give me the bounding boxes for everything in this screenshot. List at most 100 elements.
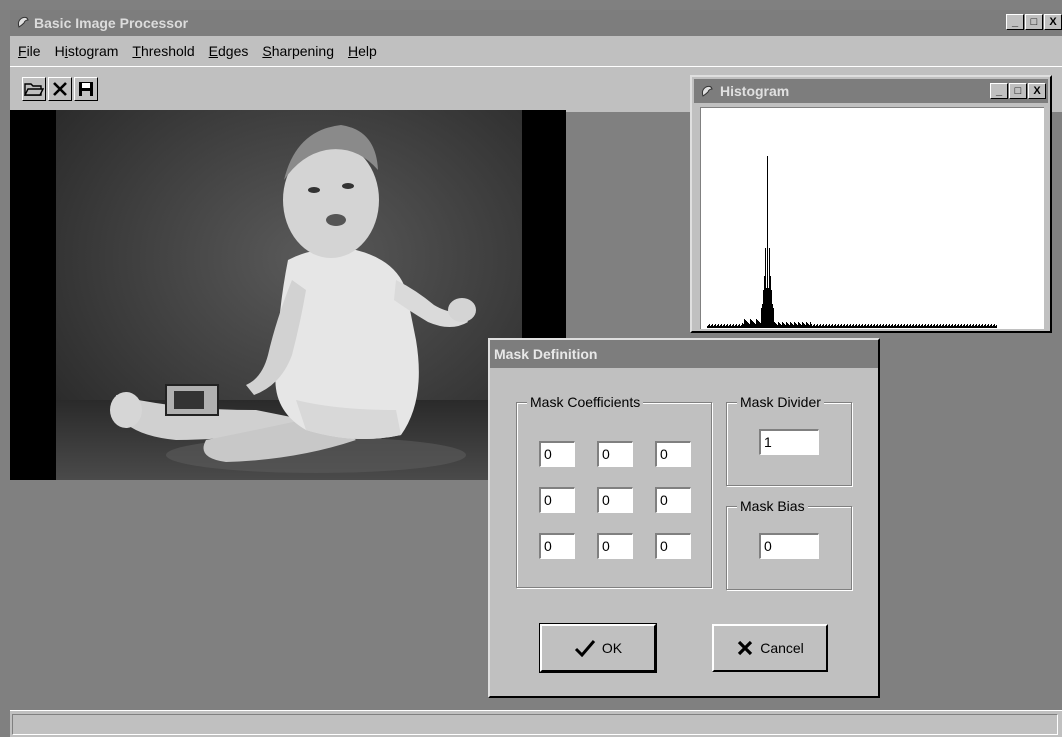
hist-maximize-button[interactable]: □ — [1009, 83, 1027, 99]
close-x-icon — [53, 82, 67, 96]
histogram-bar — [882, 325, 883, 328]
histogram-bar — [982, 324, 983, 328]
histogram-bar — [798, 322, 799, 328]
histogram-bar — [797, 325, 798, 328]
save-disk-icon — [79, 82, 93, 96]
histogram-bar — [973, 324, 974, 328]
histogram-bar — [986, 326, 987, 328]
cancel-button[interactable]: Cancel — [712, 624, 828, 672]
coefficient-field-r2c3[interactable]: 0 — [655, 487, 691, 513]
histogram-bar — [880, 324, 881, 328]
histogram-bar — [761, 308, 762, 328]
menu-edges[interactable]: Edges — [209, 43, 249, 59]
coefficient-field-r2c2[interactable]: 0 — [597, 487, 633, 513]
mask-definition-dialog[interactable]: Mask Definition Mask Coefficients 0 0 0 … — [488, 338, 880, 698]
histogram-bar — [825, 325, 826, 328]
histogram-bar — [820, 324, 821, 328]
histogram-bar — [932, 326, 933, 328]
histogram-bar — [963, 325, 964, 328]
cancel-label: Cancel — [760, 640, 804, 656]
histogram-bar — [959, 326, 960, 328]
histogram-bar — [766, 288, 767, 328]
histogram-bar — [719, 326, 720, 328]
save-button[interactable] — [74, 77, 98, 101]
close-image-button[interactable] — [48, 77, 72, 101]
histogram-bar — [784, 324, 785, 328]
maximize-button[interactable]: □ — [1025, 14, 1043, 30]
histogram-bar — [746, 321, 747, 328]
open-button[interactable] — [22, 77, 46, 101]
histogram-bar — [848, 326, 849, 328]
histogram-bar — [738, 325, 739, 328]
histogram-bar — [911, 326, 912, 328]
histogram-bar — [983, 326, 984, 328]
histogram-bar — [901, 324, 902, 328]
histogram-bar — [917, 326, 918, 328]
baby-photo — [56, 110, 522, 480]
hist-close-button[interactable]: X — [1028, 83, 1046, 99]
histogram-bar — [827, 326, 828, 328]
histogram-bars — [707, 156, 997, 328]
histogram-bar — [964, 324, 965, 328]
histogram-bar — [713, 326, 714, 328]
coefficient-field-r3c3[interactable]: 0 — [655, 533, 691, 559]
app-titlebar[interactable]: Basic Image Processor _ □ X — [10, 10, 1062, 36]
menu-help[interactable]: Help — [348, 43, 377, 59]
histogram-bar — [787, 323, 788, 328]
histogram-bar — [985, 324, 986, 328]
histogram-bar — [731, 326, 732, 328]
coefficient-field-r1c2[interactable]: 0 — [597, 441, 633, 467]
hist-minimize-button[interactable]: _ — [990, 83, 1008, 99]
histogram-bar — [862, 324, 863, 328]
coefficient-field-r3c2[interactable]: 0 — [597, 533, 633, 559]
histogram-bar — [980, 326, 981, 328]
histogram-bar — [957, 325, 958, 328]
image-canvas[interactable] — [10, 110, 566, 480]
coefficient-field-r1c1[interactable]: 0 — [539, 441, 575, 467]
coefficient-field-r2c1[interactable]: 0 — [539, 487, 575, 513]
mask-bias-field[interactable]: 0 — [759, 533, 819, 559]
histogram-bar — [877, 324, 878, 328]
histogram-bar — [987, 325, 988, 328]
histogram-bar — [966, 325, 967, 328]
menu-threshold[interactable]: Threshold — [132, 43, 194, 59]
histogram-bar — [912, 325, 913, 328]
histogram-bar — [962, 326, 963, 328]
menu-file[interactable]: File — [18, 43, 41, 59]
histogram-bar — [737, 326, 738, 328]
ok-button[interactable]: OK — [539, 623, 657, 673]
histogram-bar — [995, 326, 996, 328]
minimize-button[interactable]: _ — [1006, 14, 1024, 30]
app-icon — [17, 16, 29, 28]
mask-divider-field[interactable]: 1 — [759, 429, 819, 455]
histogram-bar — [814, 324, 815, 328]
histogram-bar — [756, 319, 757, 328]
ok-label: OK — [601, 640, 623, 656]
mask-coefficients-group: Mask Coefficients 0 0 0 0 0 0 0 0 0 — [516, 394, 712, 588]
histogram-bar — [886, 324, 887, 328]
histogram-bar — [976, 324, 977, 328]
histogram-bar — [735, 325, 736, 328]
histogram-bar — [846, 325, 847, 328]
coefficient-field-r3c1[interactable]: 0 — [539, 533, 575, 559]
histogram-bar — [863, 326, 864, 328]
dialog-titlebar[interactable]: Mask Definition — [490, 340, 878, 368]
histogram-bar — [892, 324, 893, 328]
menu-sharpening[interactable]: Sharpening — [262, 43, 334, 59]
histogram-bar — [906, 325, 907, 328]
histogram-window[interactable]: Histogram _ □ X — [690, 75, 1052, 333]
histogram-bar — [742, 323, 743, 328]
close-button[interactable]: X — [1044, 14, 1062, 30]
histogram-bar — [918, 325, 919, 328]
minimize-icon: _ — [995, 85, 1003, 97]
histogram-bar — [922, 324, 923, 328]
histogram-titlebar[interactable]: Histogram _ □ X — [694, 79, 1048, 103]
coefficient-field-r1c3[interactable]: 0 — [655, 441, 691, 467]
histogram-bar — [826, 324, 827, 328]
histogram-bar — [993, 325, 994, 328]
histogram-bar — [833, 326, 834, 328]
histogram-bar — [745, 320, 746, 328]
menu-histogram[interactable]: Histogram — [55, 43, 119, 59]
histogram-bar — [840, 325, 841, 328]
menubar: File Histogram Threshold Edges Sharpenin… — [10, 36, 1062, 66]
